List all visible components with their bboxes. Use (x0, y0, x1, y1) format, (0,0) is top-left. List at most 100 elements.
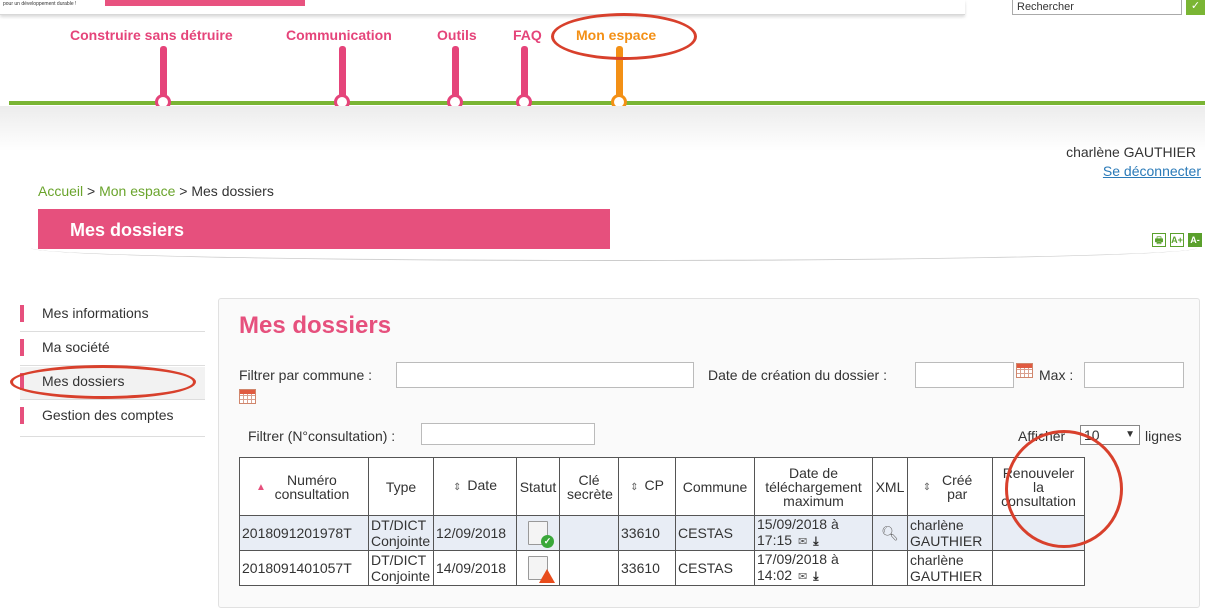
logo-accent (105, 0, 305, 6)
breadcrumb: Accueil > Mon espace > Mes dossiers (38, 183, 274, 199)
print-icon[interactable]: 🖶 (1152, 233, 1166, 247)
cell-numero[interactable]: 2018091401057T (239, 550, 369, 586)
download-icon[interactable]: ⤓ (813, 569, 818, 583)
col-cree-label: Créé par (942, 471, 973, 502)
cell-numero[interactable]: 2018091201978T (239, 515, 369, 551)
nav-communication[interactable]: Communication (286, 27, 392, 43)
col-date-label: Date (467, 477, 497, 493)
font-decrease-icon[interactable]: A- (1188, 233, 1202, 247)
dossiers-table: ▲ Numéro consultation Type ⇕ Date Statut C… (239, 457, 1085, 586)
filter-commune-label: Filtrer par commune : (239, 367, 373, 383)
search-input[interactable]: Rechercher (1012, 0, 1182, 15)
dl-time: 14:02 (757, 567, 793, 583)
date-creation-label: Date de création du dossier : (708, 367, 887, 383)
font-increase-icon[interactable]: A+ (1170, 233, 1184, 247)
cell-xml: 🔍︎ (872, 515, 908, 551)
nav-outils[interactable]: Outils (437, 27, 477, 43)
envelope-icon[interactable]: ✉ (798, 571, 807, 583)
warning-icon (539, 569, 555, 583)
panel-title: Mes dossiers (239, 312, 392, 339)
cell-commune: CESTAS (675, 515, 755, 551)
sidebar-item-societe[interactable]: Ma société (20, 333, 205, 366)
calendar-icon[interactable] (1016, 363, 1033, 378)
document-warning-icon (528, 556, 555, 583)
col-cp-label: CP (644, 477, 664, 493)
cell-statut (516, 550, 560, 586)
cell-cp: 33610 (618, 515, 676, 551)
cell-date: 14/09/2018 (433, 550, 517, 586)
sidebar-item-label: Mes informations (42, 305, 149, 321)
nav-construire[interactable]: Construire sans détruire (70, 27, 233, 43)
tagline: pour un développement durable ! (3, 1, 77, 7)
cell-cle (559, 550, 619, 586)
col-numero[interactable]: ▲ Numéro consultation (239, 457, 369, 516)
user-name: charlène GAUTHIER (1066, 144, 1196, 160)
nav-pole (160, 46, 167, 101)
date-max-input[interactable] (1084, 362, 1184, 388)
dl-date: 15/09/2018 à (757, 516, 839, 532)
filter-commune-input[interactable] (396, 362, 694, 388)
col-type: Type (368, 457, 434, 516)
sidebar-item-informations[interactable]: Mes informations (20, 299, 205, 332)
nav-faq[interactable]: FAQ (513, 27, 542, 43)
col-cp[interactable]: ⇕ CP (618, 457, 676, 516)
breadcrumb-space[interactable]: Mon espace (99, 183, 175, 199)
sidebar-item-label: Gestion des comptes (42, 407, 174, 423)
cell-statut: ✓ (516, 515, 560, 551)
col-type-label: Type (385, 478, 417, 495)
annotation-ellipse-renew (1005, 430, 1123, 548)
filter-consultation-label: Filtrer (N°consultation) : (248, 428, 396, 444)
annotation-ellipse-nav (551, 13, 697, 60)
annotation-ellipse-sidebar (10, 365, 196, 399)
breadcrumb-sep: > (175, 183, 192, 199)
col-xml-label: XML (875, 478, 905, 495)
lines-label: lignes (1145, 428, 1182, 444)
cell-date-dl: 17/09/2018 à 14:02 ✉ ⤓ (754, 550, 873, 586)
col-xml: XML (872, 457, 908, 516)
dl-date: 17/09/2018 à (757, 551, 839, 567)
cell-type: DT/DICT Conjointe (368, 550, 434, 586)
breadcrumb-current: Mes dossiers (191, 183, 274, 199)
header-shadow (0, 106, 1205, 151)
cell-cp: 33610 (618, 550, 676, 586)
col-statut: Statut (516, 457, 560, 516)
max-label: Max : (1039, 367, 1074, 383)
filter-consultation-input[interactable] (421, 423, 595, 445)
cell-date-dl: 15/09/2018 à 17:15 ✉ ⤓ (754, 515, 873, 551)
check-icon: ✓ (541, 535, 554, 548)
calendar-icon[interactable] (239, 389, 256, 404)
col-commune: Commune (675, 457, 755, 516)
cell-renouveler (992, 550, 1085, 586)
col-date[interactable]: ⇕ Date (433, 457, 517, 516)
cell-xml (872, 550, 908, 586)
sort-icon: ⇕ (453, 482, 462, 493)
chevron-down-icon: ▼ (1125, 429, 1135, 440)
sort-asc-icon: ▲ (256, 482, 266, 494)
col-date-dl-label: Date de téléchargement maximum (765, 464, 862, 509)
zoom-icon[interactable]: 🔍︎ (881, 525, 899, 541)
logout-link[interactable]: Se déconnecter (1103, 163, 1201, 179)
table-row[interactable]: 2018091201978T DT/DICT Conjointe 12/09/2… (239, 515, 1085, 551)
nav-line (9, 101, 1205, 105)
cell-cle (559, 515, 619, 551)
col-cle-label: Clé secrète (567, 471, 613, 502)
table-row[interactable]: 2018091401057T DT/DICT Conjointe 14/09/2… (239, 550, 1085, 586)
col-date-dl: Date de téléchargement maximum (754, 457, 873, 516)
sidebar-item-label: Ma société (42, 339, 110, 355)
download-icon[interactable]: ⤓ (813, 534, 818, 548)
cell-commune: CESTAS (675, 550, 755, 586)
breadcrumb-home[interactable]: Accueil (38, 183, 83, 199)
col-cree[interactable]: ⇕ Créé par (907, 457, 993, 516)
nav-pole (452, 46, 459, 101)
dl-time: 17:15 (757, 532, 793, 548)
sidebar-item-comptes[interactable]: Gestion des comptes (20, 401, 205, 437)
cell-cree: charlène GAUTHIER (907, 515, 993, 551)
col-statut-label: Statut (519, 478, 557, 495)
col-numero-label: Numéro consultation (274, 471, 350, 502)
date-min-input[interactable] (915, 362, 1014, 388)
envelope-icon[interactable]: ✉ (798, 536, 807, 548)
search-go-button[interactable]: ✓ (1186, 0, 1205, 15)
cell-date: 12/09/2018 (433, 515, 517, 551)
col-cle: Clé secrète (559, 457, 619, 516)
nav-pole (521, 46, 528, 101)
